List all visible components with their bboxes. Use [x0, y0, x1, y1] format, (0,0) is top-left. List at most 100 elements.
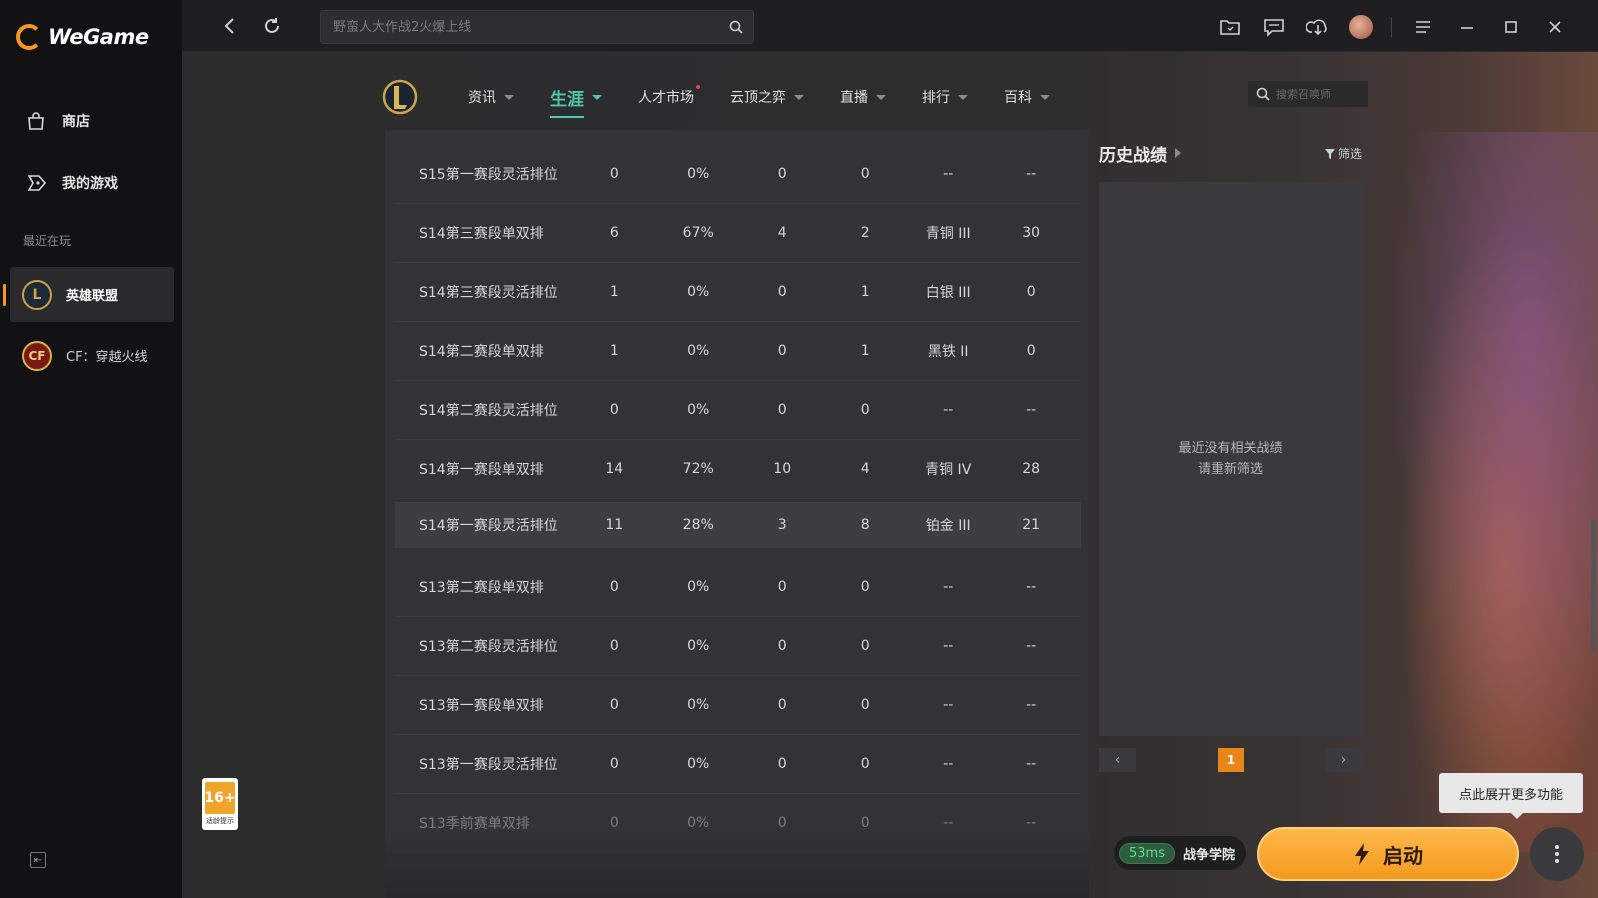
table-row[interactable]: S13第一赛段灵活排位 0 0% 0 0 -- --	[395, 734, 1081, 794]
tab-label: 资讯	[468, 90, 496, 106]
game-label: 英雄联盟	[66, 289, 119, 304]
tab-ranking[interactable]: 排行	[922, 87, 968, 107]
app-name: WeGame	[48, 25, 149, 49]
tab-wiki[interactable]: 百科	[1004, 87, 1050, 107]
stat-cell: 0	[609, 578, 619, 595]
summoner-search-input[interactable]	[1276, 87, 1362, 101]
tab-live[interactable]: 直播	[840, 87, 886, 107]
stat-cell: --	[943, 755, 954, 772]
stat-cell: --	[943, 165, 954, 182]
stat-cell: 0	[777, 283, 787, 300]
sidebar-item-my-games[interactable]: 我的游戏	[10, 156, 174, 210]
stat-cell: 0%	[687, 165, 710, 182]
global-search[interactable]	[320, 10, 754, 44]
launch-button[interactable]: 启动	[1257, 827, 1519, 881]
summoner-search[interactable]	[1248, 81, 1368, 107]
minimize-icon[interactable]	[1454, 14, 1480, 40]
stat-cell: 10	[773, 460, 792, 477]
more-functions-tooltip: 点此展开更多功能	[1439, 773, 1583, 819]
season-name-cell: S14第一赛段单双排	[419, 461, 544, 478]
stat-cell: 4	[777, 224, 787, 241]
stat-cell: 0	[777, 755, 787, 772]
close-icon[interactable]	[1542, 14, 1568, 40]
season-name-cell: S14第二赛段单双排	[419, 343, 544, 360]
table-row[interactable]: S14第三赛段单双排 6 67% 4 2 青铜 III 30	[395, 203, 1081, 263]
table-row[interactable]: S13第一赛段单双排 0 0% 0 0 -- --	[395, 675, 1081, 735]
message-icon[interactable]	[1261, 14, 1287, 40]
stat-cell: 白银 III	[925, 284, 971, 301]
chevron-down-icon	[794, 94, 804, 100]
stat-cell: 0	[860, 755, 870, 772]
collapse-sidebar-icon[interactable]: ⇤	[30, 852, 46, 868]
table-row[interactable]: S14第一赛段单双排 14 72% 10 4 青铜 IV 28	[395, 439, 1081, 499]
match-history-title: 历史战绩	[1099, 145, 1167, 166]
main-content: 资讯 生涯 人才市场 云顶之弈 直播 排行 百科 S15第一赛段灵活排位 0 0% 0…	[182, 52, 1598, 898]
download-icon[interactable]	[1305, 14, 1331, 40]
more-vertical-icon	[1555, 845, 1559, 863]
lol-logo-icon[interactable]	[382, 77, 418, 117]
stat-cell: 0	[860, 637, 870, 654]
tab-label: 云顶之弈	[730, 90, 786, 106]
prev-page-button[interactable]: ‹	[1099, 748, 1136, 772]
table-row[interactable]: S13第二赛段单双排 0 0% 0 0 -- --	[395, 557, 1081, 617]
maximize-icon[interactable]	[1498, 14, 1524, 40]
season-name-cell: S13第二赛段灵活排位	[419, 638, 558, 655]
table-row[interactable]: S13第二赛段灵活排位 0 0% 0 0 -- --	[395, 616, 1081, 676]
folder-icon[interactable]	[1217, 14, 1243, 40]
current-page[interactable]: 1	[1218, 748, 1244, 772]
stat-cell: 0%	[687, 755, 710, 772]
stat-cell: 0	[777, 342, 787, 359]
filter-button[interactable]: 筛选	[1324, 145, 1362, 162]
global-search-input[interactable]	[321, 11, 753, 43]
wegame-logo[interactable]: WeGame	[16, 24, 149, 50]
recent-section-label: 最近在玩	[23, 234, 72, 248]
table-row[interactable]: S14第三赛段灵活排位 1 0% 0 1 白银 III 0	[395, 262, 1081, 322]
next-page-button[interactable]: ›	[1325, 748, 1362, 772]
table-row[interactable]: S15第一赛段灵活排位 0 0% 0 0 -- --	[395, 144, 1081, 204]
stat-cell: 0	[777, 637, 787, 654]
more-options-button[interactable]	[1530, 827, 1584, 881]
stat-cell: 0	[609, 696, 619, 713]
toolbar-divider	[1391, 17, 1392, 37]
stat-cell: 3	[777, 516, 787, 533]
stat-cell: 黑铁 II	[927, 343, 969, 360]
stat-cell: 0	[609, 755, 619, 772]
table-row[interactable]: S14第二赛段单双排 1 0% 0 1 黑铁 II 0	[395, 321, 1081, 381]
game-nav-bar: 资讯 生涯 人才市场 云顶之弈 直播 排行 百科	[382, 72, 1372, 122]
filter-label: 筛选	[1337, 147, 1362, 161]
page-scrollbar[interactable]	[1591, 520, 1596, 652]
stat-cell: --	[943, 637, 954, 654]
filter-icon	[1324, 148, 1335, 159]
menu-icon[interactable]	[1410, 14, 1436, 40]
age-rating: 16+	[204, 782, 236, 814]
stat-cell: 28%	[682, 516, 714, 533]
refresh-icon[interactable]	[260, 14, 284, 38]
sidebar-game-cf[interactable]: CF CF：穿越火线	[10, 328, 174, 383]
chevron-down-icon	[504, 94, 514, 100]
table-fade-overlay	[385, 828, 1089, 898]
stat-cell: --	[1026, 637, 1037, 654]
tab-news[interactable]: 资讯	[468, 87, 514, 107]
sidebar-item-store[interactable]: 商店	[10, 94, 174, 148]
sidebar-game-lol[interactable]: L 英雄联盟	[3, 267, 174, 322]
season-name-cell: S13第一赛段灵活排位	[419, 756, 558, 773]
top-right-controls	[1217, 14, 1568, 40]
tab-career[interactable]: 生涯	[550, 85, 602, 118]
stat-cell: 0%	[687, 401, 710, 418]
tab-talent-market[interactable]: 人才市场	[638, 85, 700, 107]
table-row[interactable]: S14第二赛段灵活排位 0 0% 0 0 -- --	[395, 380, 1081, 440]
server-selector[interactable]: 53ms 战争学院	[1114, 836, 1246, 870]
sidebar-item-label: 商店	[62, 114, 90, 130]
user-avatar[interactable]	[1349, 15, 1373, 39]
stat-cell: 1	[609, 342, 619, 359]
launch-label: 启动	[1383, 843, 1423, 868]
match-history-header[interactable]: 历史战绩	[1099, 138, 1362, 168]
table-row[interactable]: S14第一赛段灵活排位 11 28% 3 8 铂金 III 21	[395, 502, 1081, 548]
tab-tft[interactable]: 云顶之弈	[730, 87, 804, 107]
search-icon[interactable]	[729, 20, 743, 34]
season-name-cell: S13第二赛段单双排	[419, 579, 544, 596]
wegame-logo-icon	[16, 24, 42, 50]
server-name: 战争学院	[1182, 847, 1235, 863]
notification-dot	[696, 85, 700, 89]
back-arrow-icon[interactable]	[218, 14, 242, 38]
